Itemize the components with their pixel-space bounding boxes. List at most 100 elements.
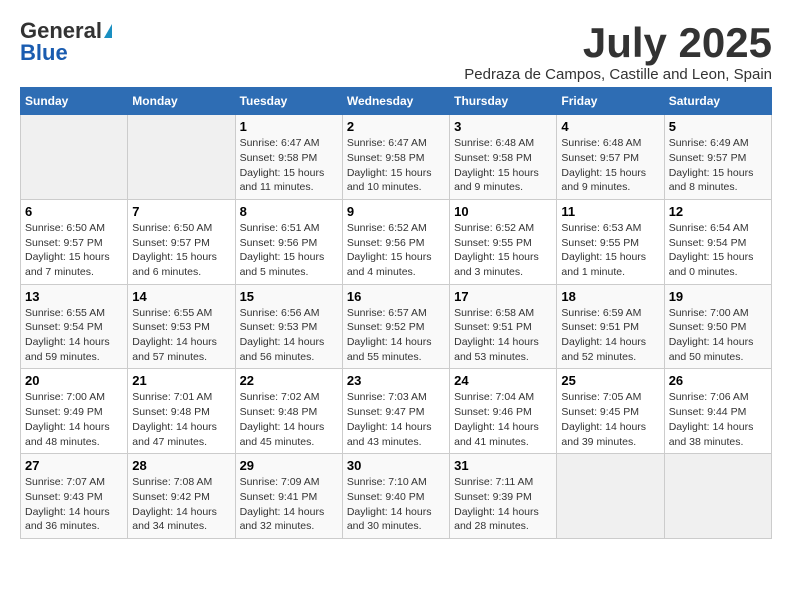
calendar-cell: 3Sunrise: 6:48 AMSunset: 9:58 PMDaylight… <box>450 115 557 200</box>
day-number: 16 <box>347 289 445 304</box>
calendar-cell: 29Sunrise: 7:09 AMSunset: 9:41 PMDayligh… <box>235 454 342 539</box>
day-number: 4 <box>561 119 659 134</box>
day-number: 26 <box>669 373 767 388</box>
calendar-week-row: 27 Sunrise: 7:07 AMSunset: 9:43 PMDayligh… <box>21 454 772 539</box>
calendar-cell: 11 Sunrise: 6:53 AMSunset: 9:55 PMDayligh… <box>557 199 664 284</box>
location-title: Pedraza de Campos, Castille and Leon, Sp… <box>464 66 772 83</box>
day-number: 24 <box>454 373 552 388</box>
day-number: 20 <box>25 373 123 388</box>
day-number: 25 <box>561 373 659 388</box>
calendar-cell: 14Sunrise: 6:55 AMSunset: 9:53 PMDayligh… <box>128 284 235 369</box>
calendar-cell: 17 Sunrise: 6:58 AMSunset: 9:51 PMDayligh… <box>450 284 557 369</box>
calendar-cell: 26 Sunrise: 7:06 AMSunset: 9:44 PMDayligh… <box>664 369 771 454</box>
day-number: 13 <box>25 289 123 304</box>
day-number: 31 <box>454 458 552 473</box>
day-info: Sunrise: 7:07 AMSunset: 9:43 PMDaylight:… <box>25 475 123 534</box>
day-info: Sunrise: 6:50 AMSunset: 9:57 PMDaylight:… <box>132 221 230 280</box>
calendar-week-row: 20 Sunrise: 7:00 AMSunset: 9:49 PMDayligh… <box>21 369 772 454</box>
day-number: 22 <box>240 373 338 388</box>
day-info: Sunrise: 7:05 AMSunset: 9:45 PMDaylight:… <box>561 390 659 449</box>
calendar-cell: 18 Sunrise: 6:59 AMSunset: 9:51 PMDayligh… <box>557 284 664 369</box>
calendar-week-row: 13 Sunrise: 6:55 AMSunset: 9:54 PMDayligh… <box>21 284 772 369</box>
day-number: 21 <box>132 373 230 388</box>
day-number: 15 <box>240 289 338 304</box>
day-info: Sunrise: 6:56 AMSunset: 9:53 PMDaylight:… <box>240 306 338 365</box>
day-number: 27 <box>25 458 123 473</box>
calendar-cell: 9 Sunrise: 6:52 AMSunset: 9:56 PMDaylight… <box>342 199 449 284</box>
day-info: Sunrise: 6:50 AMSunset: 9:57 PMDaylight:… <box>25 221 123 280</box>
day-info: Sunrise: 6:49 AMSunset: 9:57 PMDaylight:… <box>669 136 767 195</box>
day-info: Sunrise: 7:00 AMSunset: 9:50 PMDaylight:… <box>669 306 767 365</box>
day-of-week-header: Saturday <box>664 88 771 115</box>
day-info: Sunrise: 6:54 AMSunset: 9:54 PMDaylight:… <box>669 221 767 280</box>
calendar-cell: 10Sunrise: 6:52 AMSunset: 9:55 PMDayligh… <box>450 199 557 284</box>
day-info: Sunrise: 6:47 AMSunset: 9:58 PMDaylight:… <box>240 136 338 195</box>
header-row: SundayMondayTuesdayWednesdayThursdayFrid… <box>21 88 772 115</box>
day-of-week-header: Tuesday <box>235 88 342 115</box>
logo: General Blue <box>20 20 112 64</box>
day-number: 12 <box>669 204 767 219</box>
day-info: Sunrise: 6:53 AMSunset: 9:55 PMDaylight:… <box>561 221 659 280</box>
day-number: 23 <box>347 373 445 388</box>
calendar-cell: 8 Sunrise: 6:51 AMSunset: 9:56 PMDaylight… <box>235 199 342 284</box>
day-info: Sunrise: 7:08 AMSunset: 9:42 PMDaylight:… <box>132 475 230 534</box>
calendar-body: 1 Sunrise: 6:47 AMSunset: 9:58 PMDaylight… <box>21 115 772 539</box>
calendar-cell: 6Sunrise: 6:50 AMSunset: 9:57 PMDaylight… <box>21 199 128 284</box>
calendar-cell <box>128 115 235 200</box>
day-number: 8 <box>240 204 338 219</box>
day-number: 17 <box>454 289 552 304</box>
day-of-week-header: Friday <box>557 88 664 115</box>
calendar-cell: 13 Sunrise: 6:55 AMSunset: 9:54 PMDayligh… <box>21 284 128 369</box>
month-title: July 2025 <box>464 20 772 66</box>
day-info: Sunrise: 6:57 AMSunset: 9:52 PMDaylight:… <box>347 306 445 365</box>
day-info: Sunrise: 6:52 AMSunset: 9:55 PMDaylight:… <box>454 221 552 280</box>
calendar-header: SundayMondayTuesdayWednesdayThursdayFrid… <box>21 88 772 115</box>
title-block: July 2025 Pedraza de Campos, Castille an… <box>464 20 772 83</box>
day-info: Sunrise: 6:59 AMSunset: 9:51 PMDaylight:… <box>561 306 659 365</box>
calendar-cell: 25 Sunrise: 7:05 AMSunset: 9:45 PMDayligh… <box>557 369 664 454</box>
calendar-cell: 2Sunrise: 6:47 AMSunset: 9:58 PMDaylight… <box>342 115 449 200</box>
calendar-cell: 7 Sunrise: 6:50 AMSunset: 9:57 PMDaylight… <box>128 199 235 284</box>
calendar-cell: 21 Sunrise: 7:01 AMSunset: 9:48 PMDayligh… <box>128 369 235 454</box>
day-number: 18 <box>561 289 659 304</box>
day-info: Sunrise: 6:55 AMSunset: 9:53 PMDaylight:… <box>132 306 230 365</box>
calendar-cell: 28 Sunrise: 7:08 AMSunset: 9:42 PMDayligh… <box>128 454 235 539</box>
day-info: Sunrise: 7:01 AMSunset: 9:48 PMDaylight:… <box>132 390 230 449</box>
day-info: Sunrise: 6:51 AMSunset: 9:56 PMDaylight:… <box>240 221 338 280</box>
day-number: 11 <box>561 204 659 219</box>
day-info: Sunrise: 6:55 AMSunset: 9:54 PMDaylight:… <box>25 306 123 365</box>
day-info: Sunrise: 6:52 AMSunset: 9:56 PMDaylight:… <box>347 221 445 280</box>
day-info: Sunrise: 6:58 AMSunset: 9:51 PMDaylight:… <box>454 306 552 365</box>
page-header: General Blue July 2025 Pedraza de Campos… <box>20 20 772 83</box>
calendar-cell <box>21 115 128 200</box>
day-info: Sunrise: 7:00 AMSunset: 9:49 PMDaylight:… <box>25 390 123 449</box>
day-info: Sunrise: 7:03 AMSunset: 9:47 PMDaylight:… <box>347 390 445 449</box>
day-info: Sunrise: 7:06 AMSunset: 9:44 PMDaylight:… <box>669 390 767 449</box>
calendar-cell <box>557 454 664 539</box>
day-number: 1 <box>240 119 338 134</box>
day-info: Sunrise: 6:48 AMSunset: 9:58 PMDaylight:… <box>454 136 552 195</box>
calendar-cell: 5 Sunrise: 6:49 AMSunset: 9:57 PMDaylight… <box>664 115 771 200</box>
day-info: Sunrise: 7:02 AMSunset: 9:48 PMDaylight:… <box>240 390 338 449</box>
day-info: Sunrise: 6:48 AMSunset: 9:57 PMDaylight:… <box>561 136 659 195</box>
calendar-cell: 20 Sunrise: 7:00 AMSunset: 9:49 PMDayligh… <box>21 369 128 454</box>
day-number: 30 <box>347 458 445 473</box>
logo-general-text: General <box>20 20 102 42</box>
day-number: 5 <box>669 119 767 134</box>
day-of-week-header: Sunday <box>21 88 128 115</box>
calendar-cell: 24Sunrise: 7:04 AMSunset: 9:46 PMDayligh… <box>450 369 557 454</box>
day-number: 9 <box>347 204 445 219</box>
calendar-cell: 1 Sunrise: 6:47 AMSunset: 9:58 PMDaylight… <box>235 115 342 200</box>
calendar-cell <box>664 454 771 539</box>
day-of-week-header: Wednesday <box>342 88 449 115</box>
day-number: 7 <box>132 204 230 219</box>
day-number: 29 <box>240 458 338 473</box>
calendar-cell: 31Sunrise: 7:11 AMSunset: 9:39 PMDayligh… <box>450 454 557 539</box>
calendar-table: SundayMondayTuesdayWednesdayThursdayFrid… <box>20 87 772 539</box>
day-number: 28 <box>132 458 230 473</box>
day-info: Sunrise: 7:10 AMSunset: 9:40 PMDaylight:… <box>347 475 445 534</box>
day-info: Sunrise: 6:47 AMSunset: 9:58 PMDaylight:… <box>347 136 445 195</box>
calendar-cell: 15 Sunrise: 6:56 AMSunset: 9:53 PMDayligh… <box>235 284 342 369</box>
calendar-cell: 27 Sunrise: 7:07 AMSunset: 9:43 PMDayligh… <box>21 454 128 539</box>
calendar-cell: 4 Sunrise: 6:48 AMSunset: 9:57 PMDaylight… <box>557 115 664 200</box>
